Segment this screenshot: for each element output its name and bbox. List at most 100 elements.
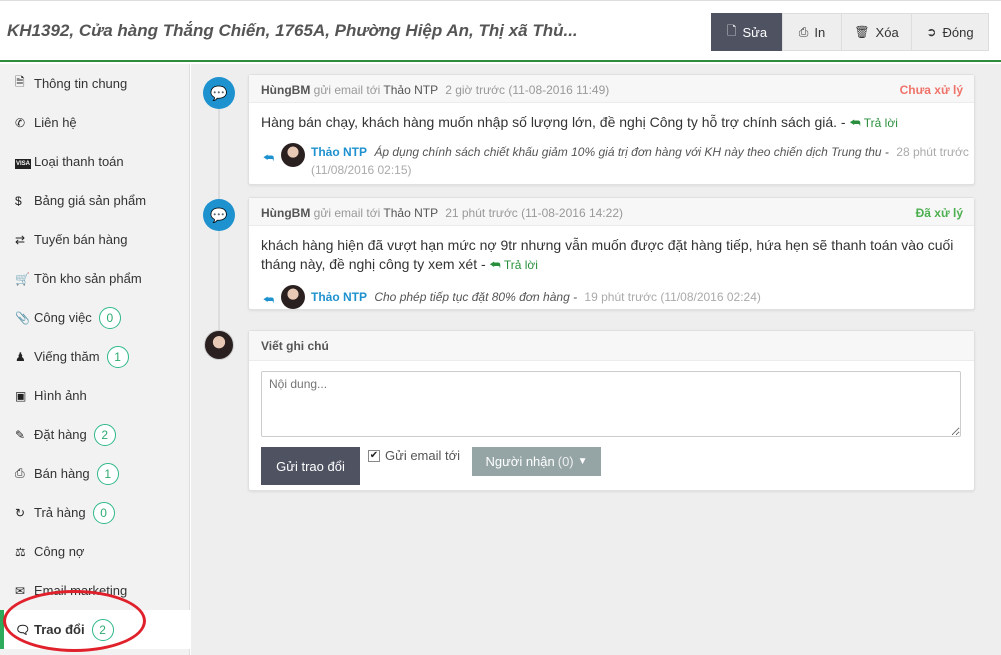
reply-link[interactable]: ⮪ Trả lời: [849, 116, 897, 130]
sidebar-item-debt[interactable]: ⚖ Công nợ: [0, 532, 190, 571]
count-badge: 2: [93, 423, 116, 446]
sidebar-item-payment-type[interactable]: VISA Loại thanh toán: [0, 142, 190, 181]
print-button[interactable]: ⎙ In: [782, 13, 842, 51]
edit-icon: ✎: [15, 427, 26, 442]
message-recipient[interactable]: Thảo NTP: [383, 83, 437, 97]
recipient-dropdown-label: Người nhận: [485, 454, 555, 469]
message-recipient[interactable]: Thảo NTP: [383, 206, 437, 220]
reply-item: ⮪ Thảo NTP Cho phép tiếp tục đặt 80% đơn…: [249, 285, 974, 313]
message-body: Hàng bán chạy, khách hàng muốn nhập số l…: [249, 103, 974, 143]
sidebar-item-sales[interactable]: ⎙ Bán hàng 1: [0, 454, 190, 493]
sidebar-item-tasks[interactable]: 📎 Công việc 0: [0, 298, 190, 337]
sidebar-item-label: Hình ảnh: [34, 388, 87, 403]
file-text-icon: 🗎: [15, 75, 25, 89]
sidebar-item-sales-route[interactable]: ⇄ Tuyến bán hàng: [0, 220, 190, 259]
sidebar-item-label: Bảng giá sản phẩm: [34, 193, 147, 208]
sidebar-item-label: Trao đổi: [34, 622, 85, 637]
reply-text: Áp dụng chính sách chiết khấu giảm 10% g…: [374, 145, 889, 159]
share-arrow-icon: ⮪: [263, 151, 275, 165]
sidebar-item-label: Email marketing: [34, 583, 128, 598]
count-badge: 0: [92, 501, 115, 524]
edit-button[interactable]: 🗋 Sửa: [711, 13, 783, 51]
reply-time: 28 phút trước: [896, 145, 969, 159]
delete-button[interactable]: 🗑 Xóa: [841, 13, 912, 51]
count-badge: 0: [98, 306, 121, 329]
message-card: HùngBM gửi email tới Thảo NTP 2 giờ trướ…: [248, 74, 975, 185]
reply-author[interactable]: Thảo NTP: [311, 290, 367, 304]
note-content-input[interactable]: [261, 371, 961, 437]
message-time: 2 giờ trước (11-08-2016 11:49): [445, 83, 610, 97]
trash-icon: 🗑: [854, 25, 870, 39]
print-icon: ⎙: [798, 24, 809, 39]
sidebar-item-general-info[interactable]: 🗎 Thông tin chung: [0, 64, 190, 103]
message-body: khách hàng hiện đã vượt hạn mức nợ 9tr n…: [249, 226, 974, 285]
sidebar-item-returns[interactable]: ↻ Trả hàng 0: [0, 493, 190, 532]
message-header: HùngBM gửi email tới Thảo NTP 21 phút tr…: [249, 198, 974, 226]
street-view-icon: ♟: [15, 349, 26, 364]
recipient-dropdown[interactable]: Người nhận (0) ▼: [472, 447, 601, 476]
reply-arrow-icon: ⮪: [489, 258, 501, 272]
sidebar-item-discussion[interactable]: 🗨 Trao đổi 2: [0, 610, 190, 649]
message-text: Hàng bán chạy, khách hàng muốn nhập số l…: [261, 114, 846, 130]
print-button-label: In: [814, 24, 826, 40]
sidebar-item-email-marketing[interactable]: ✉ Email marketing: [0, 571, 190, 610]
sidebar-item-price-list[interactable]: $ Bảng giá sản phẩm: [0, 181, 190, 220]
sidebar-item-label: Loại thanh toán: [34, 154, 124, 169]
balance-scale-icon: ⚖: [15, 544, 26, 559]
sign-out-icon: ➲: [926, 25, 937, 39]
refresh-icon: ↻: [15, 505, 26, 520]
reply-item: ⮪ Thảo NTP Áp dụng chính sách chiết khấu…: [249, 143, 974, 185]
envelope-icon: ✉: [15, 583, 26, 598]
send-discussion-button[interactable]: Gửi trao đổi: [261, 447, 360, 485]
sidebar-item-label: Liên hệ: [34, 115, 77, 130]
reply-text: Cho phép tiếp tục đặt 80% đơn hàng -: [374, 290, 578, 304]
fax-icon: ⎙: [15, 466, 25, 480]
sidebar-item-contacts[interactable]: ✆ Liên hệ: [0, 103, 190, 142]
caret-down-icon: ▼: [577, 456, 588, 467]
paperclip-icon: 📎: [15, 310, 30, 325]
recipient-count: (0): [557, 454, 574, 469]
sidebar-item-label: Tuyến bán hàng: [34, 232, 128, 247]
message-action: gửi email tới: [313, 83, 381, 97]
message-author[interactable]: HùngBM: [261, 83, 310, 97]
phone-icon: ✆: [15, 115, 26, 130]
message-text: khách hàng hiện đã vượt hạn mức nợ 9tr n…: [261, 237, 954, 272]
message-time: 21 phút trước (11-08-2016 14:22): [445, 206, 623, 220]
message-action: gửi email tới: [313, 206, 381, 220]
message-header: HùngBM gửi email tới Thảo NTP 2 giờ trướ…: [249, 75, 974, 103]
sidebar-item-orders[interactable]: ✎ Đặt hàng 2: [0, 415, 190, 454]
sidebar-item-inventory[interactable]: 🛒 Tồn kho sản phẩm: [0, 259, 190, 298]
share-arrow-icon: ⮪: [263, 293, 275, 307]
count-badge: 1: [106, 345, 129, 368]
note-form-title: Viết ghi chú: [249, 331, 974, 361]
dollar-icon: $: [15, 193, 22, 208]
reply-date: (11/08/2016 02:15): [311, 163, 412, 177]
sidebar-item-label: Bán hàng: [34, 466, 90, 481]
note-form: Viết ghi chú Gửi trao đổi ✔ Gửi email tớ…: [248, 330, 975, 491]
file-icon: 🗋: [726, 23, 737, 38]
sidebar-item-label: Đặt hàng: [34, 427, 87, 442]
sidebar: 🗎 Thông tin chung ✆ Liên hệ VISA Loại th…: [0, 64, 190, 655]
status-badge: Đã xử lý: [915, 206, 963, 220]
avatar: [204, 330, 234, 360]
sidebar-item-images[interactable]: ▣ Hình ảnh: [0, 376, 190, 415]
visa-card-icon: VISA: [15, 159, 31, 169]
reply-content: Thảo NTP Áp dụng chính sách chiết khấu g…: [311, 143, 971, 179]
delete-button-label: Xóa: [875, 24, 899, 40]
sidebar-item-visits[interactable]: ♟ Viếng thăm 1: [0, 337, 190, 376]
sidebar-item-label: Công việc: [34, 310, 92, 325]
reply-link[interactable]: ⮪ Trả lời: [490, 258, 538, 272]
header-actions: 🗋 Sửa ⎙ In 🗑 Xóa ➲ Đóng: [711, 13, 989, 51]
close-button[interactable]: ➲ Đóng: [911, 13, 989, 51]
image-icon: ▣: [15, 388, 27, 403]
comment-icon: 🗨: [15, 622, 31, 637]
message-author[interactable]: HùngBM: [261, 206, 310, 220]
reply-author[interactable]: Thảo NTP: [311, 145, 367, 159]
count-badge: 2: [91, 618, 114, 641]
cart-icon: 🛒: [15, 271, 30, 286]
page-header: KH1392, Cửa hàng Thắng Chiến, 1765A, Phư…: [0, 0, 1001, 62]
send-email-checkbox[interactable]: ✔: [368, 450, 380, 462]
close-button-label: Đóng: [942, 24, 974, 40]
count-badge: 1: [96, 462, 119, 485]
reply-arrow-icon: ⮪: [849, 116, 861, 130]
